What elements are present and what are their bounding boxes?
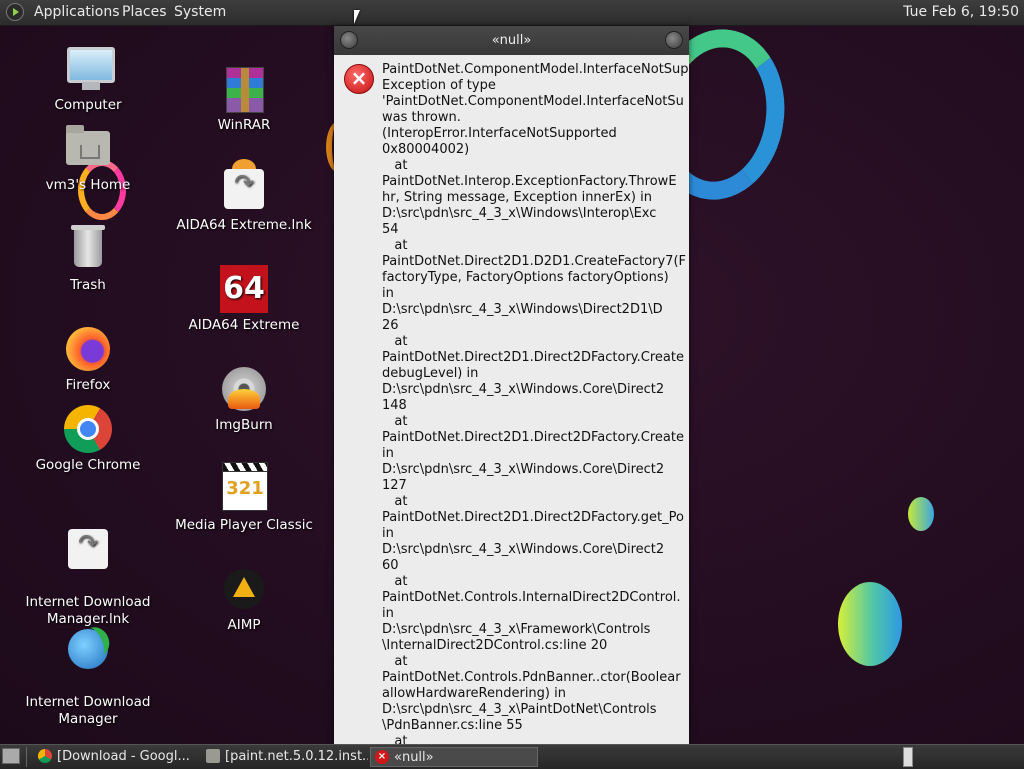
top-panel: Applications Places System Tue Feb 6, 19… [0, 0, 1024, 26]
chrome-icon [64, 405, 112, 453]
desktop-icon-aimp[interactable]: AIMP [174, 565, 314, 634]
show-desktop-button[interactable] [2, 748, 20, 764]
bottom-taskbar: [Download - Googl... [paint.net.5.0.12.i… [0, 744, 1024, 769]
desktop-icon-firefox[interactable]: Firefox [18, 325, 158, 394]
exception-message-text: PaintDotNet.ComponentModel.InterfaceNotS… [382, 62, 689, 744]
taskbar-separator [26, 747, 27, 767]
window-title: «null» [491, 33, 532, 48]
desktop-icon-imgburn[interactable]: ImgBurn [174, 365, 314, 434]
desktop-icon-chrome[interactable]: Google Chrome [18, 405, 158, 474]
desktop-icon-label: Trash [70, 277, 106, 293]
desktop-icon-label: Firefox [65, 377, 111, 393]
panel-clock[interactable]: Tue Feb 6, 19:50 [903, 4, 1019, 20]
desktop-icon-label: WinRAR [217, 117, 271, 133]
menu-applications[interactable]: Applications [34, 4, 120, 20]
desktop-icon-label: ImgBurn [215, 417, 273, 433]
idm-globe-icon [64, 625, 112, 673]
folder-icon [206, 748, 220, 763]
error-dialog-window: «null» × PaintDotNet.ComponentModel.Inte… [334, 26, 689, 744]
desktop-icon-home[interactable]: vm3's Home [18, 125, 158, 194]
window-menu-button[interactable] [340, 31, 358, 49]
desktop-icon-computer[interactable]: Computer [18, 45, 158, 114]
mouse-pointer-icon [354, 10, 360, 24]
aida64-icon: 64 [220, 265, 268, 313]
applications-menu-icon[interactable] [6, 3, 24, 21]
desktop-icon-label: Media Player Classic [175, 517, 313, 533]
desktop-icon-mpc[interactable]: 321 Media Player Classic [174, 462, 314, 534]
taskbar-item-chrome[interactable]: [Download - Googl... [34, 747, 200, 767]
trash-icon [64, 225, 112, 273]
desktop-icon-aida64[interactable]: 64 AIDA64 Extreme [174, 265, 314, 334]
menu-places[interactable]: Places [122, 4, 167, 20]
desktop-icon-winrar[interactable]: WinRAR [174, 65, 314, 134]
desktop-icon-label: vm3's Home [45, 177, 131, 193]
home-folder-icon [64, 125, 112, 173]
shortcut-icon [64, 525, 112, 573]
firefox-icon [64, 325, 112, 373]
taskbar-item-installer[interactable]: [paint.net.5.0.12.inst... [202, 747, 368, 767]
chrome-icon [38, 748, 52, 763]
desktop-icon-label: AIDA64 Extreme [188, 317, 300, 333]
aimp-icon [220, 565, 268, 613]
winrar-icon [220, 65, 268, 113]
error-icon: × [375, 749, 389, 764]
clapperboard-icon: 321 [220, 462, 268, 513]
imgburn-disc-icon [220, 365, 268, 413]
taskbar-item-label: [paint.net.5.0.12.inst... [225, 749, 368, 764]
desktop-icon-label: AIMP [227, 617, 261, 633]
desktop-icon-label: AIDA64 Extreme.lnk [176, 217, 312, 233]
desktop-icon-label: Google Chrome [35, 457, 141, 473]
desktop-icon-label: Internet Download Manager [25, 694, 151, 727]
taskbar-item-label: «null» [394, 750, 434, 765]
desktop-icon-trash[interactable]: Trash [18, 225, 158, 294]
desktop-icon-aida64-lnk[interactable]: AIDA64 Extreme.lnk [174, 159, 314, 234]
taskbar-item-null-dialog[interactable]: × «null» [370, 747, 538, 767]
menu-system[interactable]: System [174, 4, 226, 20]
shortcut-icon [220, 159, 268, 213]
desktop-icon-label: Computer [54, 97, 122, 113]
workspace-switcher[interactable] [903, 747, 913, 767]
window-titlebar[interactable]: «null» [334, 26, 689, 55]
wallpaper-oval-small [908, 497, 934, 531]
wallpaper-oval-large [838, 582, 902, 666]
desktop-icon-idm[interactable]: Internet Download Manager [18, 608, 158, 744]
error-icon: × [344, 64, 374, 94]
window-close-button[interactable] [665, 31, 683, 49]
taskbar-item-label: [Download - Googl... [57, 749, 190, 764]
computer-icon [64, 45, 115, 93]
